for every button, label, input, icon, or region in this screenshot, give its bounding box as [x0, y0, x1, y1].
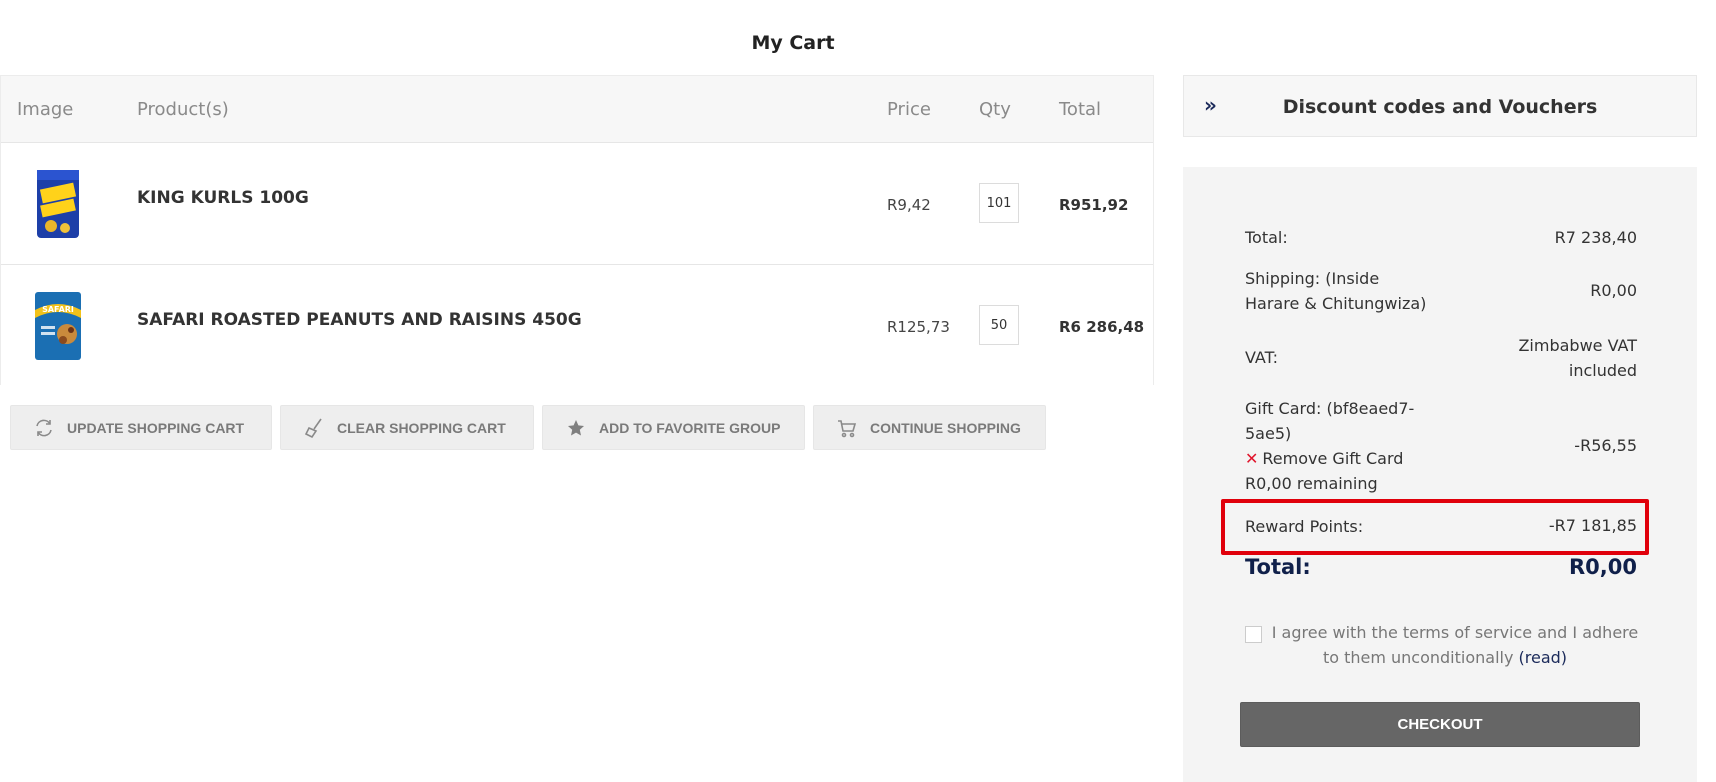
subtotal-value: R7 238,40	[1554, 228, 1637, 247]
vat-label: VAT:	[1245, 348, 1279, 367]
table-row: SAFARI SAFARI ROASTED PEANUTS AND RAISIN…	[1, 264, 1153, 386]
header-image: Image	[17, 99, 74, 120]
subtotal-label: Total:	[1245, 228, 1288, 247]
product-name[interactable]: KING KURLS 100G	[137, 188, 309, 208]
update-cart-button[interactable]: UPDATE SHOPPING CART	[10, 405, 272, 450]
discount-codes-toggle[interactable]: » Discount codes and Vouchers	[1183, 75, 1697, 137]
page-title: My Cart	[751, 32, 835, 54]
product-name[interactable]: SAFARI ROASTED PEANUTS AND RAISINS 450G	[137, 310, 582, 330]
reward-points-value: -R7 181,85	[1548, 516, 1637, 535]
header-qty: Qty	[979, 99, 1011, 120]
svg-text:SAFARI: SAFARI	[42, 305, 74, 314]
continue-shopping-button[interactable]: CONTINUE SHOPPING	[813, 405, 1046, 450]
table-header: Image Product(s) Price Qty Total	[1, 76, 1153, 142]
shipping-value: R0,00	[1590, 281, 1637, 300]
grand-total-value: R0,00	[1569, 555, 1637, 579]
king-kurls-product-image[interactable]	[29, 168, 87, 240]
reward-points-label: Reward Points:	[1245, 517, 1364, 536]
remove-gift-card-link[interactable]: ✕ Remove Gift Card	[1245, 446, 1414, 471]
terms-text: I agree with the terms of service and I …	[1271, 623, 1639, 667]
terms-read-link[interactable]: (read)	[1519, 648, 1568, 667]
refresh-icon	[33, 417, 55, 439]
discount-title: Discount codes and Vouchers	[1282, 96, 1598, 118]
cart-icon	[836, 417, 858, 439]
gift-card-value: -R56,55	[1574, 436, 1637, 455]
product-price: R125,73	[887, 318, 950, 336]
quantity-input[interactable]	[979, 305, 1019, 345]
close-icon: ✕	[1245, 449, 1259, 468]
order-summary: Total: R7 238,40 Shipping: (Inside Harar…	[1183, 167, 1697, 782]
add-to-favorite-button[interactable]: ADD TO FAVORITE GROUP	[542, 405, 805, 450]
continue-shopping-label: CONTINUE SHOPPING	[870, 419, 1021, 436]
star-icon	[565, 417, 587, 439]
row-total: R951,92	[1059, 196, 1129, 214]
table-row: KING KURLS 100G R9,42 R951,92	[1, 142, 1153, 264]
quantity-input[interactable]	[979, 183, 1019, 223]
clear-cart-label: CLEAR SHOPPING CART	[337, 419, 506, 436]
shipping-label: Shipping: (Inside Harare & Chitungwiza)	[1245, 269, 1427, 313]
checkout-button[interactable]: CHECKOUT	[1240, 702, 1640, 747]
product-price: R9,42	[887, 196, 931, 214]
row-total: R6 286,48	[1059, 318, 1145, 336]
header-product: Product(s)	[137, 99, 229, 120]
gift-card-label: Gift Card: (bf8eaed7- 5ae5) ✕ Remove Gift…	[1245, 396, 1414, 496]
safari-peanuts-product-image[interactable]: SAFARI	[29, 290, 87, 362]
clear-cart-button[interactable]: CLEAR SHOPPING CART	[280, 405, 534, 450]
update-cart-label: UPDATE SHOPPING CART	[67, 419, 245, 436]
cart-table: Image Product(s) Price Qty Total KING KU…	[0, 75, 1154, 386]
header-price: Price	[887, 99, 931, 120]
broom-icon	[303, 417, 325, 439]
add-to-favorite-label: ADD TO FAVORITE GROUP	[599, 419, 781, 436]
header-total: Total	[1059, 99, 1102, 120]
gift-card-remaining: R0,00 remaining	[1245, 474, 1378, 493]
vat-value: Zimbabwe VAT included	[1518, 336, 1637, 380]
grand-total-label: Total:	[1245, 555, 1311, 579]
